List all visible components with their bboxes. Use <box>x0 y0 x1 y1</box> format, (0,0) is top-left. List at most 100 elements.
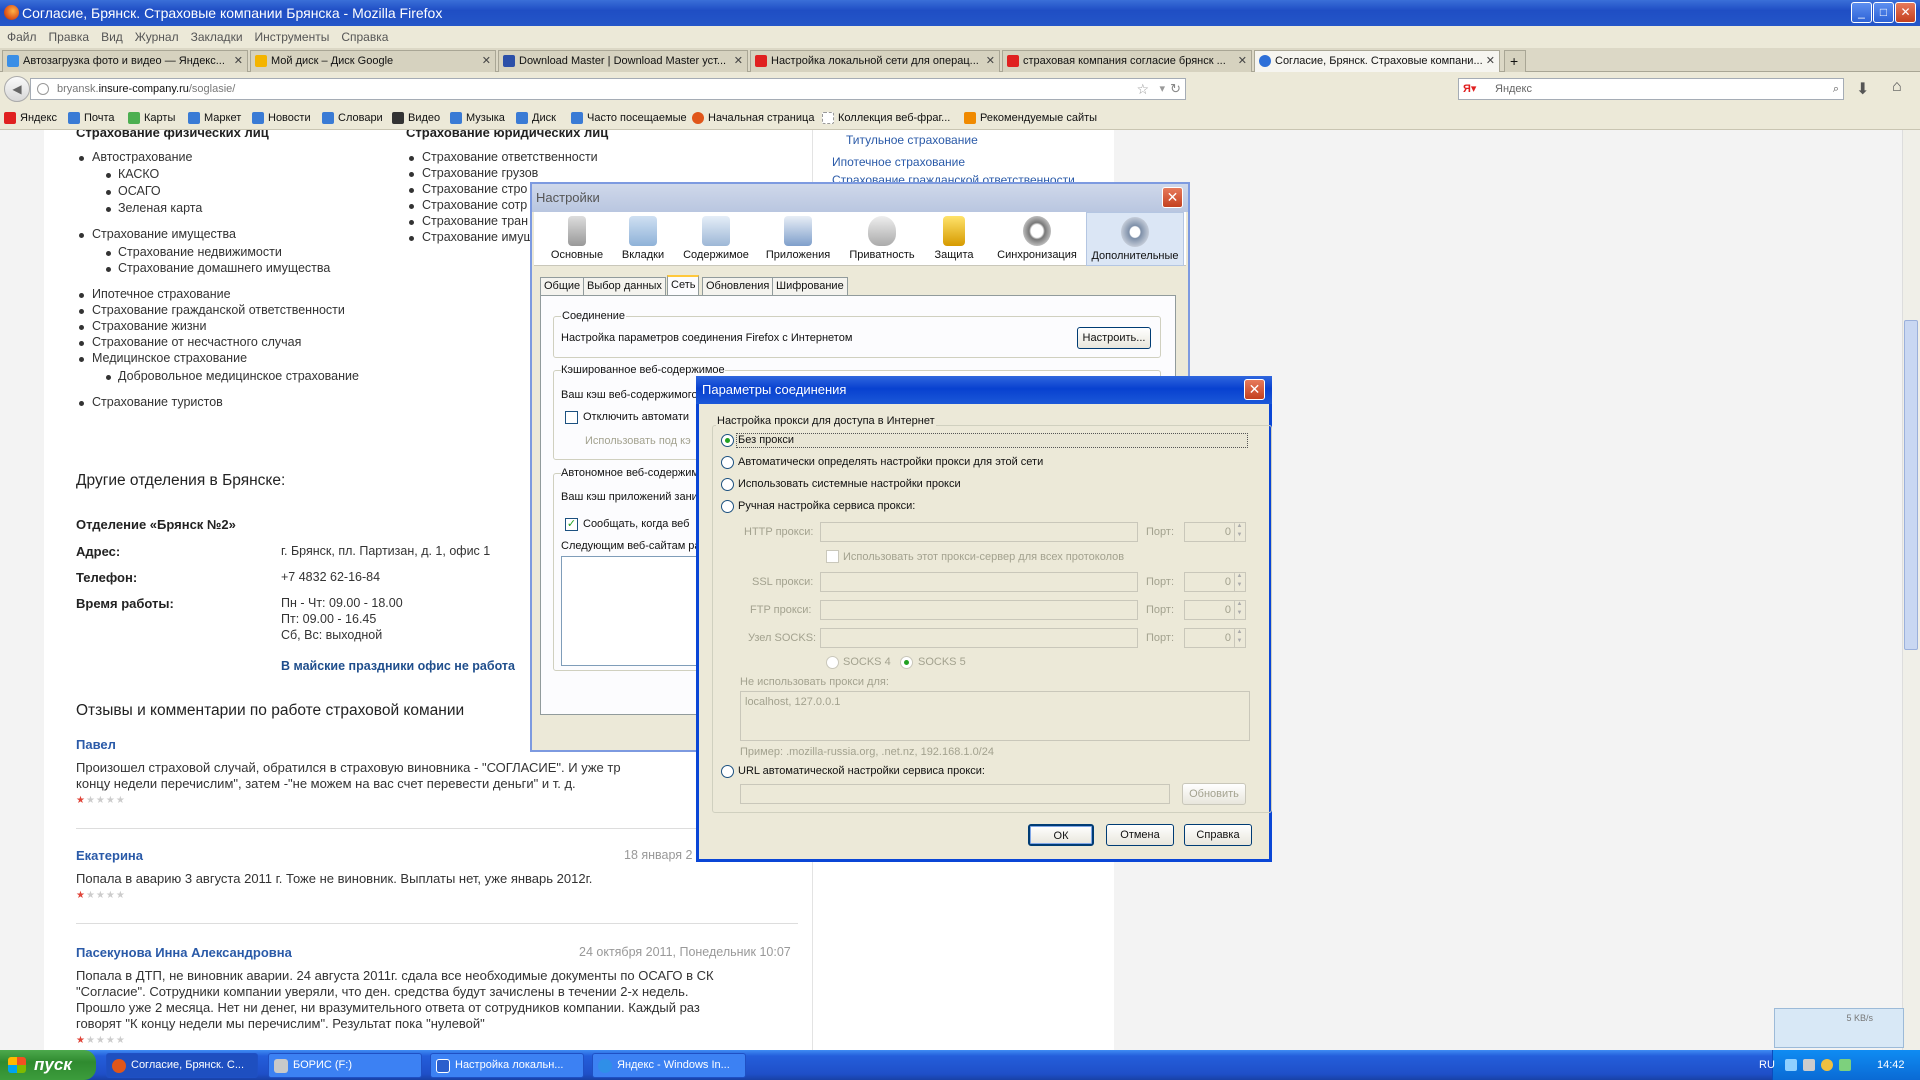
list-item[interactable]: Страхование тран <box>422 214 528 228</box>
new-tab-button[interactable]: + <box>1504 50 1526 72</box>
tray-icon[interactable] <box>1839 1059 1851 1071</box>
tab-close-icon[interactable]: ✕ <box>986 51 995 71</box>
clock[interactable]: 14:42 <box>1877 1050 1905 1080</box>
help-button[interactable]: Справка <box>1184 824 1252 846</box>
tab-google-drive[interactable]: Мой диск – Диск Google ✕ <box>250 50 496 72</box>
list-subitem[interactable]: Страхование домашнего имущества <box>118 261 330 275</box>
same-proxy-checkbox[interactable] <box>826 550 839 563</box>
tab-close-icon[interactable]: ✕ <box>734 51 743 71</box>
ftp-port-spinner[interactable]: ▲ ▼ <box>1234 600 1244 620</box>
sidebar-link[interactable]: Ипотечное страхование <box>832 155 965 169</box>
tab-close-icon[interactable]: ✕ <box>482 51 491 71</box>
auto-config-url-input[interactable] <box>740 784 1170 804</box>
list-subitem[interactable]: Страхование недвижимости <box>118 245 282 259</box>
star-icon[interactable]: ☆ <box>1136 79 1149 99</box>
start-button[interactable]: пуск <box>0 1050 96 1080</box>
menu-view[interactable]: Вид <box>101 30 123 44</box>
auto-detect-radio[interactable] <box>721 456 734 469</box>
ftp-proxy-input[interactable] <box>820 600 1138 620</box>
pane-tabs[interactable]: Вкладки <box>608 216 678 261</box>
list-item[interactable]: Страхование стро <box>422 182 527 196</box>
http-port-spinner[interactable]: ▲ ▼ <box>1234 522 1244 542</box>
review-author[interactable]: Екатерина <box>76 848 143 863</box>
list-item[interactable]: Страхование жизни <box>92 319 206 333</box>
bookmark-item[interactable]: Часто посещаемые <box>571 106 687 130</box>
list-subitem[interactable]: Добровольное медицинское страхование <box>118 369 359 383</box>
bookmark-item[interactable]: Начальная страница <box>692 106 814 130</box>
list-item[interactable]: Страхование грузов <box>422 166 538 180</box>
connection-close-button[interactable]: ✕ <box>1244 379 1265 400</box>
pane-applications[interactable]: Приложения <box>763 216 833 261</box>
pane-security[interactable]: Защита <box>919 216 989 261</box>
ok-button[interactable]: ОК <box>1028 824 1094 846</box>
pane-privacy[interactable]: Приватность <box>847 216 917 261</box>
auto-config-radio[interactable] <box>721 765 734 778</box>
list-item[interactable]: Страхование сотр <box>422 198 527 212</box>
tray-icon[interactable] <box>1803 1059 1815 1071</box>
taskbar-item[interactable]: Яндекс - Windows In... <box>592 1053 746 1078</box>
bookmark-item[interactable]: Новости <box>252 106 311 130</box>
bookmark-item[interactable]: Карты <box>128 106 175 130</box>
socks4-radio[interactable] <box>826 656 839 669</box>
dropdown-icon[interactable]: ▾ <box>1159 79 1165 99</box>
menu-file[interactable]: Файл <box>7 30 37 44</box>
pane-sync[interactable]: Синхронизация <box>996 216 1078 261</box>
list-item[interactable]: Страхование ответственности <box>422 150 598 164</box>
tab-close-icon[interactable]: ✕ <box>234 51 243 71</box>
list-item[interactable]: Ипотечное страхование <box>92 287 231 301</box>
list-item[interactable]: Страхование имущества <box>92 227 236 241</box>
review-author[interactable]: Павел <box>76 737 116 752</box>
ssl-proxy-input[interactable] <box>820 572 1138 592</box>
taskbar-item[interactable]: Согласие, Брянск. С... <box>106 1053 258 1078</box>
http-proxy-input[interactable] <box>820 522 1138 542</box>
maximize-button[interactable]: □ <box>1873 2 1894 23</box>
socks5-radio[interactable] <box>900 656 913 669</box>
sidebar-link[interactable]: Титульное страхование <box>846 133 978 147</box>
pane-content[interactable]: Содержимое <box>681 216 751 261</box>
reload-pac-button[interactable]: Обновить <box>1182 783 1246 805</box>
list-subitem[interactable]: КАСКО <box>118 167 159 181</box>
taskbar-item[interactable]: БОРИС (F:) <box>268 1053 422 1078</box>
menu-edit[interactable]: Правка <box>49 30 90 44</box>
configure-connection-button[interactable]: Настроить... <box>1077 327 1151 349</box>
bookmark-item[interactable]: Маркет <box>188 106 241 130</box>
subtab-data-choices[interactable]: Выбор данных <box>583 277 666 295</box>
subtab-update[interactable]: Обновления <box>702 277 774 295</box>
subtab-general[interactable]: Общие <box>540 277 585 295</box>
language-indicator[interactable]: RU <box>1759 1050 1775 1080</box>
bookmark-item[interactable]: Яндекс <box>4 106 57 130</box>
socks-host-input[interactable] <box>820 628 1138 648</box>
menu-help[interactable]: Справка <box>341 30 388 44</box>
scrollbar-thumb[interactable] <box>1904 320 1918 650</box>
download-icon[interactable]: ⬇ <box>1856 79 1869 99</box>
home-icon[interactable]: ⌂ <box>1892 78 1902 96</box>
list-subitem[interactable]: Зеленая карта <box>118 201 202 215</box>
bookmark-item[interactable]: Диск <box>516 106 556 130</box>
tab-download-master[interactable]: Download Master | Download Master уст...… <box>498 50 748 72</box>
socks-port-spinner[interactable]: ▲ ▼ <box>1234 628 1244 648</box>
settings-close-button[interactable]: ✕ <box>1162 187 1183 208</box>
pane-general[interactable]: Основные <box>542 216 612 261</box>
list-item[interactable]: Страхование имущ <box>422 230 534 244</box>
bookmark-item[interactable]: Рекомендуемые сайты <box>964 106 1097 130</box>
override-cache-checkbox[interactable] <box>565 411 578 424</box>
list-item[interactable]: Страхование гражданской ответственности <box>92 303 345 317</box>
close-button[interactable]: ✕ <box>1895 2 1916 23</box>
bookmark-item[interactable]: Коллекция веб-фраг... <box>822 106 950 130</box>
cancel-button[interactable]: Отмена <box>1106 824 1174 846</box>
manual-proxy-radio[interactable] <box>721 500 734 513</box>
list-subitem[interactable]: ОСАГО <box>118 184 161 198</box>
back-button[interactable]: ◀ <box>4 76 30 102</box>
bookmark-item[interactable]: Видео <box>392 106 440 130</box>
url-bar[interactable]: bryansk.insure-company.ru/soglasie/ ☆ ▾ … <box>30 78 1186 100</box>
bookmark-item[interactable]: Почта <box>68 106 115 130</box>
taskbar-item[interactable]: Настройка локальн... <box>430 1053 584 1078</box>
search-icon[interactable]: ⌕ <box>1833 79 1839 99</box>
notify-checkbox[interactable]: ✓ <box>565 518 578 531</box>
bookmark-item[interactable]: Словари <box>322 106 383 130</box>
allowed-sites-list[interactable] <box>561 556 701 666</box>
reload-icon[interactable]: ↻ <box>1170 79 1181 99</box>
minimize-button[interactable]: _ <box>1851 2 1872 23</box>
tab-close-icon[interactable]: ✕ <box>1238 51 1247 71</box>
subtab-network[interactable]: Сеть <box>667 275 700 296</box>
